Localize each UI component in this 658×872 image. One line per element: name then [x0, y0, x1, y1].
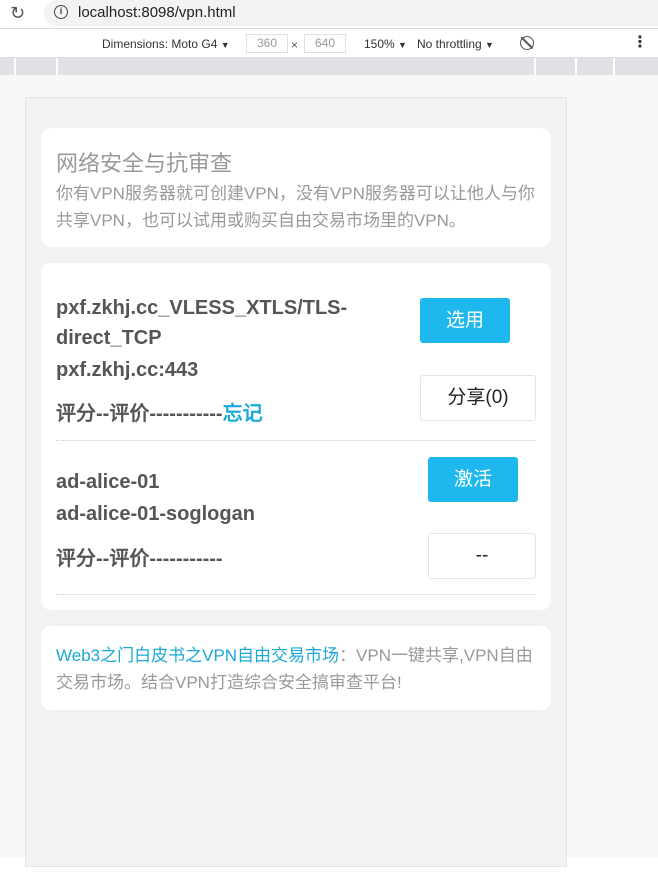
url-text[interactable]: localhost:8098/vpn.html: [78, 4, 236, 21]
throttling-label: No throttling: [417, 37, 482, 51]
ruler-marker: [534, 58, 536, 75]
browser-address-bar: ↻ i localhost:8098/vpn.html: [0, 0, 658, 28]
throttling-select[interactable]: No throttling ▼: [417, 37, 494, 51]
vpn-rating: 评分--评价-----------忘记: [56, 397, 263, 426]
vpn-name: ad-alice-01: [56, 471, 160, 493]
intro-card: 网络安全与抗审查 你有VPN服务器就可创建VPN，没有VPN服务器可以让他人与你…: [41, 128, 551, 247]
ruler-marker: [56, 58, 58, 75]
ruler-marker: [575, 58, 577, 75]
ruler-marker: [613, 58, 615, 75]
whitepaper-link[interactable]: Web3之门白皮书之VPN自由交易市场: [56, 646, 339, 665]
page-title: 网络安全与抗审查: [56, 151, 233, 176]
activate-button[interactable]: 激活: [428, 457, 518, 502]
more-menu-icon[interactable]: ⋮: [632, 35, 648, 51]
reload-icon[interactable]: ↻: [10, 3, 30, 23]
chevron-down-icon: ▼: [220, 40, 230, 50]
vpn-address: ad-alice-01-soglogan: [56, 503, 255, 525]
times-label: ×: [291, 38, 299, 52]
device-screen: 网络安全与抗审查 你有VPN服务器就可创建VPN，没有VPN服务器可以让他人与你…: [25, 97, 567, 867]
url-box[interactable]: i localhost:8098/vpn.html: [44, 0, 658, 26]
select-button[interactable]: 选用: [420, 298, 510, 343]
chevron-down-icon: ▼: [485, 40, 494, 50]
dimensions-select[interactable]: Dimensions: Moto G4 ▼: [102, 37, 230, 51]
vpn-list-item: ad-alice-01 ad-alice-01-soglogan 评分--评价-…: [56, 455, 536, 595]
vpn-list-item: pxf.zkhj.cc_VLESS_XTLS/TLS-direct_TCP px…: [56, 293, 536, 441]
zoom-select[interactable]: 150% ▼: [364, 37, 407, 51]
dimensions-label: Dimensions: Moto G4: [102, 37, 218, 51]
rating-label: 评分--评价-----------: [56, 403, 223, 425]
forget-link[interactable]: 忘记: [223, 403, 263, 425]
rotate-icon[interactable]: [520, 36, 534, 50]
footer-text: Web3之门白皮书之VPN自由交易市场：VPN一键共享,VPN自由交易市场。结合…: [56, 642, 542, 696]
intro-description: 你有VPN服务器就可创建VPN，没有VPN服务器可以让他人与你共享VPN，也可以…: [56, 184, 535, 230]
share-button[interactable]: --: [428, 533, 536, 579]
height-input[interactable]: 640: [304, 34, 346, 53]
vpn-rating: 评分--评价-----------: [56, 548, 223, 570]
media-query-ruler[interactable]: [0, 58, 658, 75]
info-icon[interactable]: i: [54, 5, 68, 19]
vpn-address: pxf.zkhj.cc:443: [56, 359, 199, 381]
footer-card: Web3之门白皮书之VPN自由交易市场：VPN一键共享,VPN自由交易市场。结合…: [41, 626, 551, 710]
device-toolbar: Dimensions: Moto G4 ▼ 360 × 640 150% ▼ N…: [0, 28, 658, 58]
share-button[interactable]: 分享(0): [420, 375, 536, 421]
vpn-list-card: pxf.zkhj.cc_VLESS_XTLS/TLS-direct_TCP px…: [41, 263, 551, 610]
width-input[interactable]: 360: [246, 34, 288, 53]
chevron-down-icon: ▼: [398, 40, 407, 50]
vpn-name: pxf.zkhj.cc_VLESS_XTLS/TLS-direct_TCP: [56, 297, 348, 349]
zoom-label: 150%: [364, 37, 395, 51]
ruler-marker: [14, 58, 16, 75]
